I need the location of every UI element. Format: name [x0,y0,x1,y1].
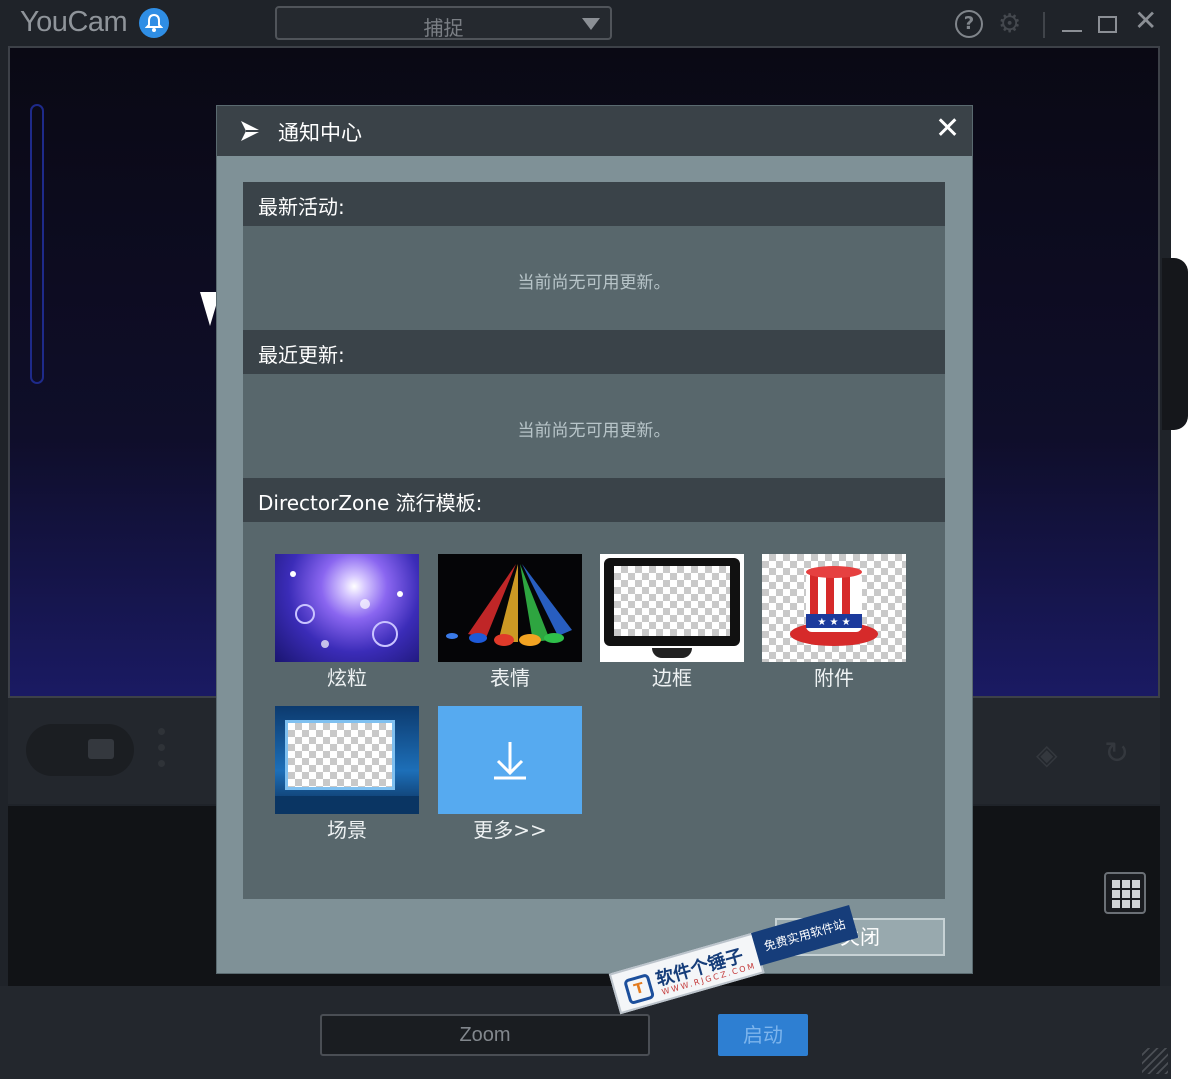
grid-view-icon[interactable] [1104,872,1146,914]
template-tile-particle[interactable]: 炫粒 [275,554,419,690]
start-button[interactable]: 启动 [718,1014,808,1056]
bottom-bar: Zoom 启动 [0,986,1171,1079]
template-tile-frame[interactable]: 边框 [600,554,744,690]
recent-updates-header: 最近更新: [243,330,945,374]
zoom-slider[interactable] [30,104,44,384]
template-label: 场景 [327,818,367,842]
template-label: 更多>> [473,818,547,842]
recent-updates-heading: 最近更新: [258,343,345,367]
dialog-content: 最新活动: 当前尚无可用更新。 最近更新: 当前尚无可用更新。 Director… [243,182,945,899]
directorzone-header: DirectorZone 流行模板: [243,478,945,522]
template-tile-scene[interactable]: 场景 [275,706,419,842]
notification-bell-icon[interactable] [139,8,169,38]
template-tile-accessory[interactable]: ★ ★ ★ 附件 [762,554,906,690]
mode-dropdown[interactable]: 捕捉 [275,6,612,40]
camera-toggle[interactable] [26,724,134,776]
minimize-icon[interactable] [1062,30,1082,32]
frame-thumbnail [600,554,744,662]
chevron-down-icon [582,18,600,30]
scene-thumbnail [275,706,419,814]
template-label: 表情 [490,666,530,690]
close-window-icon[interactable]: ✕ [1134,6,1157,36]
template-tile-more[interactable]: 更多>> [438,706,582,842]
latest-activity-heading: 最新活动: [258,195,345,219]
app-logo: YouCam [20,6,128,38]
recent-updates-message: 当前尚无可用更新。 [517,421,671,441]
close-icon[interactable]: ✕ [935,112,960,146]
title-bar: YouCam 捕捉 ? ⚙ ✕ [0,0,1171,46]
resize-grip-icon[interactable] [1142,1048,1168,1074]
dialog-title: 通知中心 [278,121,362,145]
particle-thumbnail [275,554,419,662]
more-options-icon[interactable] [158,728,166,772]
gear-icon[interactable]: ⚙ [998,10,1021,38]
mode-dropdown-value: 捕捉 [423,16,464,40]
dialog-header: 通知中心 ✕ [217,106,972,156]
layers-icon[interactable]: ◈ [1036,738,1058,771]
redo-icon[interactable]: ↻ [1104,736,1129,771]
side-panel-tab[interactable] [1162,258,1188,430]
notification-center-dialog: 通知中心 ✕ 最新活动: 当前尚无可用更新。 最近更新: 当前尚无可用更新。 D… [217,106,972,973]
latest-activity-message: 当前尚无可用更新。 [517,273,671,293]
template-tile-emotion[interactable]: 表情 [438,554,582,690]
video-camera-icon [88,739,114,759]
emotion-thumbnail [438,554,582,662]
latest-activity-header: 最新活动: [243,182,945,226]
directorzone-heading: DirectorZone 流行模板: [258,491,483,515]
watermark-logo: T [623,972,656,1006]
maximize-icon[interactable] [1098,16,1117,33]
template-label: 附件 [814,666,854,690]
directorzone-logo-icon [241,121,261,141]
zoom-control[interactable]: Zoom [320,1014,650,1056]
download-icon [438,706,582,814]
template-label: 边框 [652,666,692,690]
help-icon[interactable]: ? [955,10,983,38]
template-label: 炫粒 [327,666,367,690]
svg-text:★ ★ ★: ★ ★ ★ [817,617,850,628]
accessory-thumbnail: ★ ★ ★ [762,554,906,662]
title-bar-divider [1043,12,1045,38]
